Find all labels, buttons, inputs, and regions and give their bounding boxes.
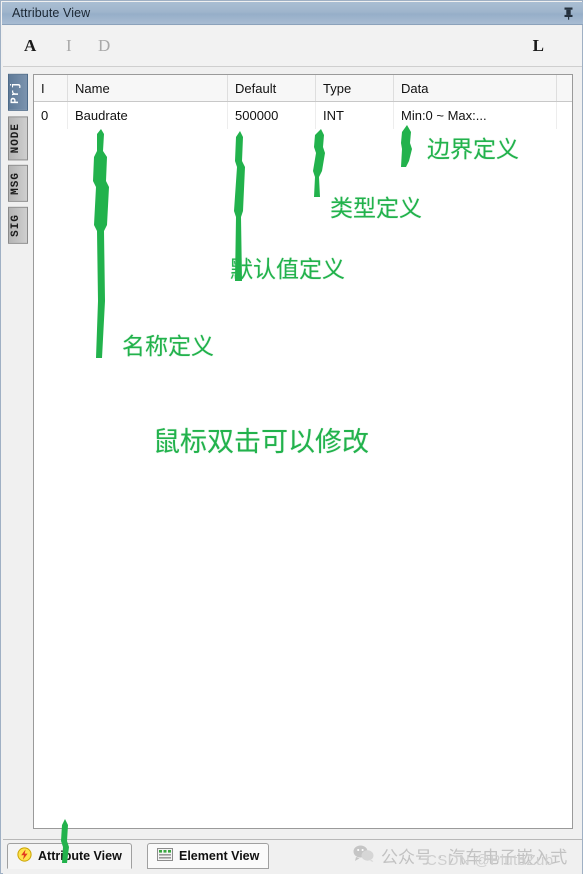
tab-attribute-view[interactable]: Attribute View <box>7 843 132 869</box>
pin-icon[interactable] <box>559 4 577 23</box>
side-tab-prj[interactable]: Prj <box>8 74 28 111</box>
tab-attribute-view-label: Attribute View <box>38 849 122 863</box>
side-tab-msg[interactable]: MSG <box>8 165 28 203</box>
table-row[interactable]: 0 Baudrate 500000 INT Min:0 ~ Max:... <box>34 101 572 129</box>
attribute-view-panel: Attribute View A I D L Prj NODE MSG SIG <box>0 0 583 874</box>
attribute-table-container[interactable]: I Name Default Type Data 0 Baudrate 5000… <box>33 74 573 829</box>
toolbar: A I D L <box>3 26 582 67</box>
column-header-type[interactable]: Type <box>315 75 394 102</box>
titlebar: Attribute View <box>2 2 583 25</box>
attribute-table: I Name Default Type Data 0 Baudrate 5000… <box>34 75 572 129</box>
csdn-watermark: CSDN @PlutoZub <box>426 852 554 869</box>
tab-element-view[interactable]: Element View <box>147 843 270 869</box>
page-title: Attribute View <box>12 6 91 20</box>
body-area: Prj NODE MSG SIG I Name Default Type Dat… <box>3 67 582 837</box>
import-tool-button[interactable]: I <box>66 36 72 56</box>
cell-type[interactable]: INT <box>315 101 394 129</box>
cell-data[interactable]: Min:0 ~ Max:... <box>393 101 557 129</box>
column-header-default[interactable]: Default <box>227 75 316 102</box>
attribute-tool-button[interactable]: A <box>24 36 36 56</box>
lightning-icon <box>17 847 32 865</box>
side-tab-sig[interactable]: SIG <box>8 207 28 244</box>
list-icon <box>157 848 173 864</box>
wechat-icon <box>353 845 374 867</box>
column-header-extra[interactable] <box>556 75 572 102</box>
column-header-index[interactable]: I <box>34 75 68 102</box>
column-header-data[interactable]: Data <box>393 75 557 102</box>
tab-element-view-label: Element View <box>179 849 260 863</box>
column-header-name[interactable]: Name <box>67 75 228 102</box>
cell-extra[interactable] <box>556 101 572 129</box>
delete-tool-button[interactable]: D <box>98 36 110 56</box>
cell-index[interactable]: 0 <box>34 101 68 129</box>
cell-name[interactable]: Baudrate <box>67 101 228 129</box>
side-tab-strip: Prj NODE MSG SIG <box>8 74 28 249</box>
cell-default[interactable]: 500000 <box>227 101 316 129</box>
layout-tool-button[interactable]: L <box>533 36 544 56</box>
side-tab-node[interactable]: NODE <box>8 115 28 161</box>
table-header-row: I Name Default Type Data <box>34 75 572 102</box>
